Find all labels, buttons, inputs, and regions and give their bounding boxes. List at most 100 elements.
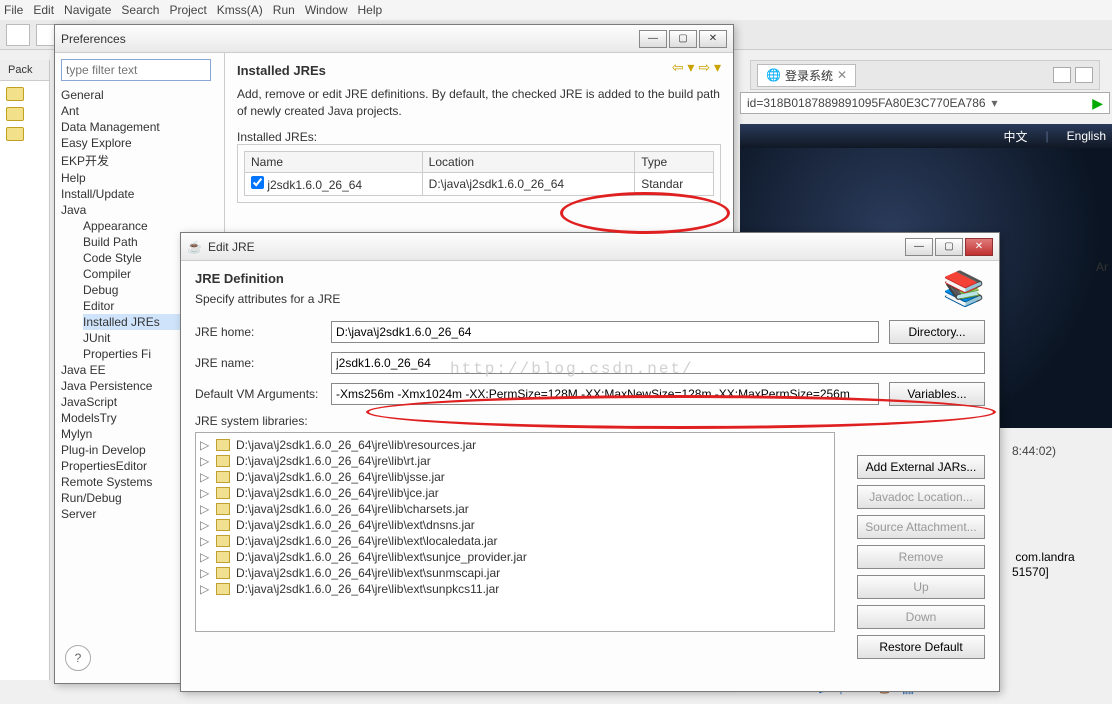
menu-search[interactable]: Search	[121, 3, 159, 17]
browser-tab[interactable]: 🌐 登录系统 ✕	[757, 64, 856, 87]
restore-default-button[interactable]: Restore Default	[857, 635, 985, 659]
lang-cn[interactable]: 中文	[1004, 128, 1028, 145]
tree-item[interactable]: Data Management	[61, 119, 224, 135]
lang-en[interactable]: English	[1067, 129, 1106, 143]
expand-icon[interactable]: ▷	[200, 454, 210, 468]
jre-checkbox[interactable]	[251, 176, 264, 189]
down-button[interactable]: Down	[857, 605, 985, 629]
project-icon[interactable]	[6, 127, 24, 141]
menu-run[interactable]: Run	[273, 3, 295, 17]
menu-edit[interactable]: Edit	[33, 3, 54, 17]
th-type[interactable]: Type	[635, 151, 714, 172]
up-button[interactable]: Up	[857, 575, 985, 599]
package-explorer: Pack	[0, 60, 50, 680]
java-icon: ☕	[187, 240, 202, 254]
prefs-title: Preferences	[61, 32, 126, 46]
expand-icon[interactable]: ▷	[200, 534, 210, 548]
menu-window[interactable]: Window	[305, 3, 348, 17]
menu-navigate[interactable]: Navigate	[64, 3, 111, 17]
list-item[interactable]: ▷ D:\java\j2sdk1.6.0_26_64\jre\lib\jsse.j…	[200, 469, 830, 485]
tree-java[interactable]: Java	[61, 202, 224, 218]
expand-icon[interactable]: ▷	[200, 518, 210, 532]
lib-path: D:\java\j2sdk1.6.0_26_64\jre\lib\ext\sun…	[236, 550, 527, 564]
expand-icon[interactable]: ▷	[200, 582, 210, 596]
library-list[interactable]: ▷D:\java\j2sdk1.6.0_26_64\jre\lib\resour…	[195, 432, 835, 632]
th-name[interactable]: Name	[245, 151, 423, 172]
tree-item[interactable]: Install/Update	[61, 186, 224, 202]
maximize-view-button[interactable]	[1075, 67, 1093, 83]
toolbar-button[interactable]	[6, 24, 30, 46]
jar-icon	[216, 487, 230, 499]
expand-icon[interactable]: ▷	[200, 438, 210, 452]
expand-icon[interactable]: ▷	[200, 550, 210, 564]
variables-button[interactable]: Variables...	[889, 382, 985, 406]
minimize-button[interactable]: —	[639, 30, 667, 48]
expand-icon[interactable]: ▷	[200, 566, 210, 580]
vm-args-input[interactable]	[331, 383, 879, 405]
list-item[interactable]: ▷D:\java\j2sdk1.6.0_26_64\jre\lib\ext\su…	[200, 565, 830, 581]
address-bar[interactable]: id=318B0187889891095FA80E3C770EA786 ▾ ▶	[740, 92, 1110, 114]
nav-arrows[interactable]: ⇦ ▾ ⇨ ▾	[672, 59, 721, 76]
divider: |	[1046, 129, 1049, 143]
dropdown-icon[interactable]: ▾	[992, 96, 998, 110]
lib-path: D:\java\j2sdk1.6.0_26_64\jre\lib\ext\loc…	[236, 534, 498, 548]
tree-item[interactable]: General	[61, 87, 224, 103]
maximize-button[interactable]: ▢	[669, 30, 697, 48]
close-tab-icon[interactable]: ✕	[837, 68, 847, 82]
package-tab[interactable]: Pack	[0, 60, 49, 81]
close-button[interactable]: ✕	[965, 238, 993, 256]
menu-file[interactable]: File	[4, 3, 23, 17]
directory-button[interactable]: Directory...	[889, 320, 985, 344]
list-item[interactable]: ▷D:\java\j2sdk1.6.0_26_64\jre\lib\jce.ja…	[200, 485, 830, 501]
help-icon[interactable]: ?	[65, 645, 91, 671]
tree-item[interactable]: Ant	[61, 103, 224, 119]
list-item[interactable]: ▷D:\java\j2sdk1.6.0_26_64\jre\lib\ext\su…	[200, 581, 830, 597]
jar-icon	[216, 439, 230, 451]
lib-path: D:\java\j2sdk1.6.0_26_64\jre\lib\ext\dns…	[236, 518, 475, 532]
list-item[interactable]: ▷D:\java\j2sdk1.6.0_26_64\jre\lib\rt.jar	[200, 453, 830, 469]
lib-path: D:\java\j2sdk1.6.0_26_64\jre\lib\jsse.ja…	[236, 470, 445, 484]
jre-name-input[interactable]	[331, 352, 985, 374]
table-row[interactable]: j2sdk1.6.0_26_64 D:\java\j2sdk1.6.0_26_6…	[245, 172, 714, 195]
expand-icon[interactable]: ▷	[200, 470, 210, 484]
menu-help[interactable]: Help	[358, 3, 383, 17]
list-item[interactable]: ▷ D:\java\j2sdk1.6.0_26_64\jre\lib\ext\dn…	[200, 517, 830, 533]
menu-project[interactable]: Project	[169, 3, 206, 17]
source-attachment-button[interactable]: Source Attachment...	[857, 515, 985, 539]
list-item[interactable]: ▷D:\java\j2sdk1.6.0_26_64\jre\lib\resour…	[200, 437, 830, 453]
lang-bar: 中文 | English	[740, 124, 1112, 148]
close-button[interactable]: ✕	[699, 30, 727, 48]
expand-icon[interactable]: ▷	[200, 502, 210, 516]
jar-icon	[216, 551, 230, 563]
prefs-desc: Add, remove or edit JRE definitions. By …	[237, 86, 721, 120]
jre-location: D:\java\j2sdk1.6.0_26_64	[422, 172, 635, 195]
add-external-jars-button[interactable]: Add External JARs...	[857, 455, 985, 479]
address-text: id=318B0187889891095FA80E3C770EA786	[747, 96, 986, 110]
list-item[interactable]: ▷ D:\java\j2sdk1.6.0_26_64\jre\lib\ext\lo…	[200, 533, 830, 549]
list-item[interactable]: ▷D:\java\j2sdk1.6.0_26_64\jre\lib\charse…	[200, 501, 830, 517]
jre-home-input[interactable]	[331, 321, 879, 343]
tree-item[interactable]: Help	[61, 170, 224, 186]
prefs-titlebar[interactable]: Preferences — ▢ ✕	[55, 25, 733, 53]
go-button[interactable]: ▶	[1092, 95, 1103, 112]
minimize-button[interactable]: —	[905, 238, 933, 256]
javadoc-location-button[interactable]: Javadoc Location...	[857, 485, 985, 509]
remove-button[interactable]: Remove	[857, 545, 985, 569]
expand-icon[interactable]: ▷	[200, 486, 210, 500]
jre-name: j2sdk1.6.0_26_64	[267, 178, 362, 192]
console-text: com.landra 51570]	[1012, 550, 1075, 580]
editjre-titlebar[interactable]: ☕ Edit JRE — ▢ ✕	[181, 233, 999, 261]
tree-item[interactable]: EKP开发	[61, 151, 224, 170]
filter-input[interactable]	[61, 59, 211, 81]
maximize-button[interactable]: ▢	[935, 238, 963, 256]
editjre-heading: JRE Definition	[195, 271, 985, 286]
jar-icon	[216, 583, 230, 595]
list-item[interactable]: ▷ D:\java\j2sdk1.6.0_26_64\jre\lib\ext\su…	[200, 549, 830, 565]
project-icon[interactable]	[6, 107, 24, 121]
tree-item[interactable]: Easy Explore	[61, 135, 224, 151]
menu-kmss[interactable]: Kmss(A)	[217, 3, 263, 17]
minimize-view-button[interactable]	[1053, 67, 1071, 83]
project-icon[interactable]	[6, 87, 24, 101]
jre-table-label: Installed JREs:	[237, 130, 721, 144]
th-location[interactable]: Location	[422, 151, 635, 172]
